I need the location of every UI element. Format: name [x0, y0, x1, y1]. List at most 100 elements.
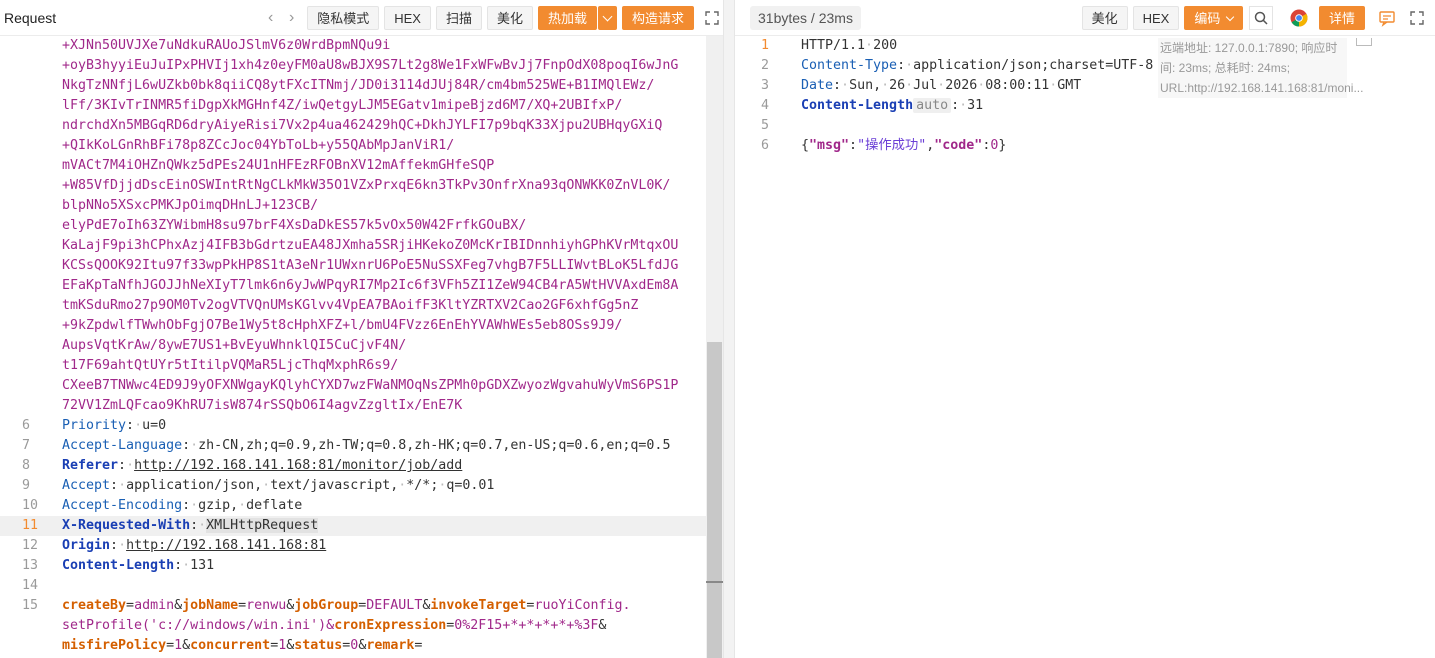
whitespace-dot: ·	[841, 78, 850, 93]
json-key: "code"	[934, 138, 983, 153]
auto-badge: auto	[913, 98, 952, 113]
header-value: Sun,·26·Jul·2026·08:00:11·GMT	[849, 78, 1082, 93]
code-line: 11 X-Requested-With:·XMLHttpRequest	[0, 516, 723, 536]
code-line: elyPdE7oIh63ZYWibmH8su97brF4XsDaDkES57k5…	[0, 216, 723, 236]
line-number: 9	[22, 478, 31, 493]
code-line: +W85VfDjjdDscEinOSWIntRtNgCLkMkW35O1VZxP…	[0, 176, 723, 196]
code-line: 5	[735, 116, 1435, 136]
scrollbar-thumb[interactable]	[707, 342, 722, 658]
code-line: +QIkKoLGnRhBFi78p8ZCcJoc04YbToLb+y55QAbM…	[0, 136, 723, 156]
line-number: 4	[761, 98, 770, 113]
line-text: tmKSduRmo27p9OM0Tv2ogVTVQnUMsKGlvv4VpEA7…	[62, 298, 639, 313]
hot-load-button[interactable]: 热加载	[537, 5, 597, 30]
line-number	[0, 116, 62, 136]
header-key: Accept	[62, 478, 111, 493]
line-text: +9kZpdwlfTWwhObFgjO7Be1Wy5t8cHphXFZ+l/bm…	[62, 318, 623, 333]
build-request-button[interactable]: 构造请求	[622, 5, 695, 30]
request-editor[interactable]: +XJNn50UVJXe7uNdkuRAUoJSlmV6z0WrdBpmNQu9…	[0, 36, 723, 658]
response-panel: 31bytes / 23ms 美化 HEX 编码 详情 1 HTTP/1.1·20…	[735, 0, 1435, 658]
param-eq: =	[414, 638, 423, 653]
whitespace-dot: ·	[1049, 78, 1058, 93]
header-value: gzip,·deflate	[198, 498, 303, 513]
line-number	[0, 336, 62, 356]
response-hex-button[interactable]: HEX	[1132, 5, 1180, 30]
line-number: 13	[22, 558, 39, 573]
header-key: Content-Type	[801, 58, 898, 73]
header-key: Accept-Encoding	[62, 498, 183, 513]
line-number: 6	[22, 418, 31, 433]
code-line: KaLajF9pi3hCPhxAzj4IFB3bGdrtzuEA48JXmha5…	[0, 236, 723, 256]
code-line: lFf/3KIvTrINMR5fiDgpXkMGHnf4Z/iwQetgyLJM…	[0, 96, 723, 116]
whitespace-dot: ·	[182, 558, 191, 573]
line-number: 7	[22, 438, 31, 453]
header-value: u=0	[142, 418, 167, 433]
expand-icon[interactable]	[700, 6, 723, 30]
line-text: t17F69ahtQtUYr5tItilpVQMaR5LjcThqMxphR6s…	[62, 358, 399, 373]
line-text	[801, 116, 1435, 136]
chevron-down-icon	[1225, 12, 1235, 21]
line-text: NkgTzNNfjL6wUZkb0bk8qiiCQ8ytFXcITNmj/JD0…	[62, 78, 655, 93]
param-value: 1	[174, 638, 183, 653]
code-line: 7 Accept-Language:·zh-CN,zh;q=0.9,zh-TW;q…	[0, 436, 723, 456]
details-button[interactable]: 详情	[1318, 5, 1365, 30]
line-number: 2	[761, 58, 770, 73]
whitespace-dot: ·	[198, 518, 207, 533]
hex-button[interactable]: HEX	[384, 5, 431, 30]
whitespace-dot: ·	[262, 478, 271, 493]
whitespace-dot: ·	[905, 58, 914, 73]
line-text: KCSsQOOK92Itu97f33wpPkHP8S1tA3eNr1UWxnrU…	[62, 258, 679, 273]
whitespace-dot: ·	[959, 98, 968, 113]
encoding-button[interactable]: 编码	[1184, 5, 1243, 30]
whitespace-dot: ·	[134, 418, 143, 433]
line-text: Origin:·http://192.168.141.168:81	[62, 538, 327, 553]
line-number	[0, 316, 62, 336]
code-line: ndrchdXn5MBGqRD6dryAiyeRisi7Vx2p4ua46242…	[0, 116, 723, 136]
whitespace-dot: ·	[438, 478, 447, 493]
panel-splitter[interactable]	[723, 0, 735, 658]
line-number	[0, 96, 62, 116]
line-number: 10	[22, 498, 39, 513]
line-number: 15	[22, 598, 39, 613]
request-toolbar: Request ‹ › 隐私模式 HEX 扫描 美化 热加载 构造请求	[0, 0, 723, 36]
whitespace-dot: ·	[977, 78, 986, 93]
scrollbar-marker	[706, 581, 723, 583]
privacy-mode-button[interactable]: 隐私模式	[307, 5, 380, 30]
hot-load-dropdown[interactable]	[598, 5, 617, 30]
header-key: X-Requested-With	[62, 518, 191, 533]
response-editor[interactable]: 1 HTTP/1.1·200 2 Content-Type:·application/…	[735, 36, 1435, 658]
response-info-tooltip: 远端地址: 127.0.0.1:7890; 响应时间: 23ms; 总耗时: 2…	[1158, 38, 1363, 98]
whitespace-dot: ·	[190, 438, 199, 453]
response-beautify-button[interactable]: 美化	[1081, 5, 1128, 30]
code-line: 10 Accept-Encoding:·gzip,·deflate	[0, 496, 723, 516]
line-number	[0, 216, 62, 236]
header-value: zh-CN,zh;q=0.9,zh-TW;q=0.8,zh-HK;q=0.7,e…	[198, 438, 671, 453]
header-value: 31	[967, 98, 984, 113]
header-key: Referer	[62, 458, 119, 473]
line-number	[0, 296, 62, 316]
header-key: Accept-Language	[62, 438, 183, 453]
beautify-button[interactable]: 美化	[486, 5, 533, 30]
line-text: CXeeB7TNWwc4ED9J9yOFXNWgayKQlyhCYXD7wzFW…	[62, 378, 679, 393]
code-line: 9 Accept:·application/json,·text/javascri…	[0, 476, 723, 496]
comment-icon[interactable]	[1375, 6, 1399, 30]
header-value[interactable]: http://192.168.141.168:81/monitor/job/ad…	[134, 458, 462, 473]
whitespace-dot: ·	[937, 78, 946, 93]
chrome-icon[interactable]	[1287, 6, 1311, 30]
request-scrollbar[interactable]	[706, 36, 723, 658]
forward-arrow-icon[interactable]: ›	[281, 9, 302, 27]
scan-button[interactable]: 扫描	[435, 5, 482, 30]
header-value: 131	[190, 558, 215, 573]
code-line: 72VV1ZmLQFcao9KhRU7isW874rSSQbO6I4agvZzg…	[0, 396, 723, 416]
code-line: 6 {"msg":"操作成功","code":0}	[735, 136, 1435, 156]
line-number	[0, 56, 62, 76]
line-number: 5	[761, 118, 770, 133]
code-line: 15 createBy=admin&jobName=renwu&jobGroup=…	[0, 596, 723, 616]
param-key: invokeTarget	[430, 598, 527, 613]
whitespace-dot: ·	[398, 478, 407, 493]
header-value[interactable]: http://192.168.141.168:81	[126, 538, 326, 553]
code-line: NkgTzNNfjL6wUZkb0bk8qiiCQ8ytFXcITNmj/JD0…	[0, 76, 723, 96]
search-icon[interactable]	[1248, 5, 1273, 30]
expand-icon[interactable]	[1405, 6, 1429, 30]
back-arrow-icon[interactable]: ‹	[260, 9, 281, 27]
collapse-icon[interactable]	[1356, 38, 1372, 46]
